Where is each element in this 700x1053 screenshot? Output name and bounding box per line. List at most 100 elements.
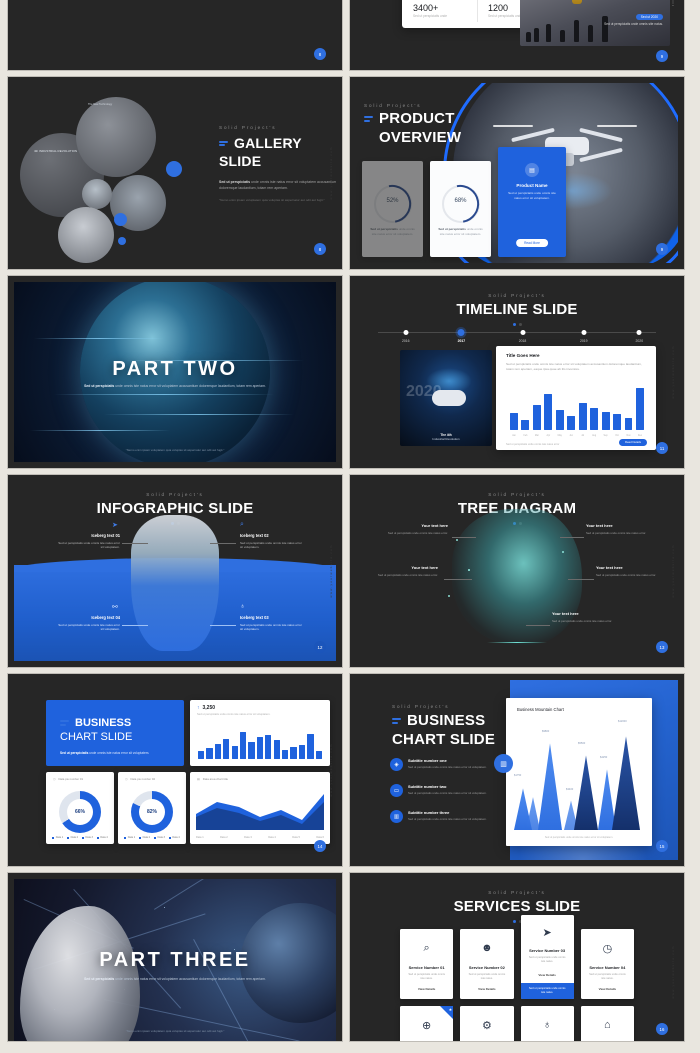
side-url: www.yourwebsite.com (329, 743, 333, 797)
layers-icon: ◈ (390, 758, 403, 771)
pie-card[interactable]: ◷ Data pie number 02 82% Data 1 Data 2 Da… (118, 772, 186, 844)
pie-card[interactable]: ◷ Data pie number 01 66% Data 1 Data 2 Da… (46, 772, 114, 844)
user-icon: ☻ (481, 942, 493, 954)
slide-gallery[interactable]: 4th INDUSTRIAL REVOLUTION The New Techno… (8, 77, 342, 269)
slide-business-chart[interactable]: BUSINESS CHART SLIDE Sed ut perspiciatis… (8, 674, 342, 866)
product-name: Product Name (516, 183, 548, 188)
chart-icon: ▥ (390, 810, 403, 823)
folder-icon: ▤ (197, 777, 200, 781)
service-card[interactable]: ◷ Service Number 04 Sed ut perspiciatis … (580, 929, 634, 999)
paragraph-lead: Sed ut perspiciatis (60, 751, 89, 755)
card-title: Data area chart title (202, 777, 228, 781)
slide-product-overview[interactable]: Solid Project's PRODUCT OVERVIEW 52% Sed… (350, 77, 684, 269)
timeline-node[interactable] (403, 329, 409, 335)
info-item: Iceberg text 03 Sed ut perspiciatis unde… (240, 615, 304, 632)
slide-part-three[interactable]: PART THREE Sed ut perspiciatis unde omni… (8, 873, 342, 1041)
item-text: Sed ut perspiciatis unde omnis iste natu… (58, 622, 120, 632)
home-icon: ⌂ (604, 1019, 611, 1031)
tree-node: Your text here Sed ut perspiciatis unde … (596, 565, 662, 577)
timeline-axis: 2016 2017 2018 2019 2020 (378, 328, 656, 343)
metric-caption: Sed ut perspiciatis unde omnis iste natu… (197, 713, 271, 716)
stat-card[interactable]: 68% Sed ut perspiciatis unde omnis site … (430, 161, 491, 257)
timeline-card[interactable]: Title Goes Here Sed ut perspiciatis unde… (496, 346, 656, 450)
stat-card[interactable]: 52% Sed ut perspiciatis unde omnis site … (362, 161, 423, 257)
service-card[interactable]: ★ ⊕ Service Number 05 Sed ut perspiciati… (400, 1006, 454, 1041)
image-caption: Sed ut perspiciatis unde omnis site natu… (604, 22, 663, 26)
stat-caption: Sed ut perspiciatis unde (413, 14, 448, 18)
eyebrow: Solid Project's (219, 125, 277, 130)
axis-labels: Data 1 Data 2 Data 3 Data 4 Data 5 Data 6 (196, 836, 324, 839)
service-card[interactable]: ⌂ Service Number 08 Sed ut perspiciatis … (580, 1006, 634, 1041)
product-card[interactable]: ▤ Product Name Sed ut perspiciatis unde … (498, 147, 566, 257)
tree-node: Your text here Sed ut perspiciatis unde … (586, 523, 652, 535)
link-icon: ⚯ (112, 604, 118, 611)
chart-icon: ◷ (53, 777, 56, 781)
stat-cell: 3400+ Sed ut perspiciatis unde (402, 0, 477, 28)
connector (452, 537, 476, 538)
slide-subtitle: OVERVIEW (379, 128, 462, 146)
bar-chart (198, 721, 322, 759)
peak-label: $1750 (514, 774, 522, 777)
item-text: Sed ut perspiciatis unde omnis iste natu… (240, 540, 302, 550)
slide-tree-diagram[interactable]: Solid Project's TREE DIAGRAM Your text h… (350, 475, 684, 667)
read-details-button[interactable]: Read Details (618, 438, 647, 446)
paragraph-body: unde omnis iste natus error sit voluptat… (88, 751, 150, 755)
info-item: Iceberg text 01 Sed ut perspiciatis unde… (56, 533, 120, 550)
slide-subtitle: SLIDE (219, 152, 262, 169)
slide-number-badge: 8 (314, 48, 326, 60)
view-details-link[interactable]: View Details (400, 987, 453, 991)
hero-title: PART TWO (112, 358, 238, 380)
subtitle-text: Sed ut perspiciatis unde omnis iste natu… (408, 791, 487, 795)
service-card[interactable]: ⌕ Service Number 01 Sed ut perspiciatis … (400, 929, 454, 999)
service-card[interactable]: ♁ Service Number 07 Sed ut perspiciatis … (520, 1006, 574, 1041)
eyebrow: Solid Project's (364, 103, 422, 108)
view-details-link[interactable]: View Details (581, 987, 634, 991)
node-text: Sed ut perspiciatis unde omnis iste natu… (387, 530, 448, 535)
service-text: Sed ut perspiciatis unde omnis iste natu… (528, 956, 566, 964)
node-title: Your text here (411, 565, 438, 570)
timeline-node[interactable] (520, 329, 526, 335)
timeline-node-active[interactable] (457, 328, 465, 336)
service-card-featured[interactable]: ➤ Service Number 03 Sed ut perspiciatis … (520, 915, 574, 999)
subtitle-title: Subtitle number three (408, 810, 450, 815)
timeline-year-active: 2017 (457, 339, 466, 343)
slide-services[interactable]: Solid Project's SERVICES SLIDE ⌕ Service… (350, 873, 684, 1041)
slide-stats-chess[interactable]: ⋮ 3400+ Sed ut perspiciatis unde 1200 Se… (350, 0, 684, 70)
eyebrow: Solid Project's (488, 492, 546, 497)
eyebrow: Solid Project's (488, 890, 546, 895)
item-title: Iceberg text 01 (91, 533, 120, 538)
area-chart (196, 784, 324, 830)
donut-value: 82% (146, 809, 157, 815)
read-more-button[interactable]: Read More (516, 239, 548, 247)
slide-part-two[interactable]: PART TWO Sed ut perspiciatis unde omnis … (8, 276, 342, 468)
service-card[interactable]: ☻ Service Number 02 Sed ut perspiciatis … (460, 929, 514, 999)
briefcase-icon: ▤ (525, 163, 539, 177)
item-title: Iceberg text 02 (240, 533, 269, 538)
slide-timeline[interactable]: Solid Project's TIMELINE SLIDE 2016 2017… (350, 276, 684, 468)
percent-value: 68% (454, 198, 467, 204)
donut-value: 66% (74, 809, 85, 815)
timeline-node[interactable] (581, 329, 587, 335)
slide-business-mountain[interactable]: Solid Project's BUSINESS CHART SLIDE ◈ S… (350, 674, 684, 866)
eyebrow: Solid Project's (392, 704, 450, 709)
slide-infographic[interactable]: Solid Project's INFOGRAPHIC SLIDE ➤ Iceb… (8, 475, 342, 667)
view-details-link[interactable]: View Details (460, 987, 513, 991)
quote: "Nemo enim ipsam voluptatem quia volupta… (125, 1029, 225, 1033)
area-chart-card[interactable]: ▤ Data area chart title Data 1 Data 2 Data… (190, 772, 330, 844)
slide-subtitle: SLIDE (535, 898, 581, 915)
paragraph-lead: Sed ut perspiciatis (84, 977, 115, 981)
service-card[interactable]: ⚙ Service Number 06 Sed ut perspiciatis … (460, 1006, 514, 1041)
mountain-chart-card[interactable]: Business Mountain Chart $1750 $9800 $340… (506, 698, 652, 846)
slide-pricing-cards[interactable]: ⋮ Sed ut perspiciatis unde omnis Sed ut … (8, 0, 342, 70)
slide-number-badge: 8 (314, 243, 326, 255)
slide-title: INFOGRAPHIC (96, 500, 204, 517)
card-title: Data pie number 01 (58, 777, 84, 781)
legend: Data 1 Data 2 Data 3 Data 4 (46, 836, 114, 839)
slide-number-badge: 14 (314, 840, 326, 852)
view-details-link[interactable]: View Details (521, 973, 574, 977)
timeline-year: 2020 (635, 339, 644, 343)
timeline-node[interactable] (636, 329, 642, 335)
bar-chart-card[interactable]: ↑ 3,250 Sed ut perspiciatis unde omnis is… (190, 700, 330, 766)
title-card: BUSINESS CHART SLIDE Sed ut perspiciatis… (46, 700, 184, 766)
image-caption: Industrial Revolution (432, 437, 460, 441)
